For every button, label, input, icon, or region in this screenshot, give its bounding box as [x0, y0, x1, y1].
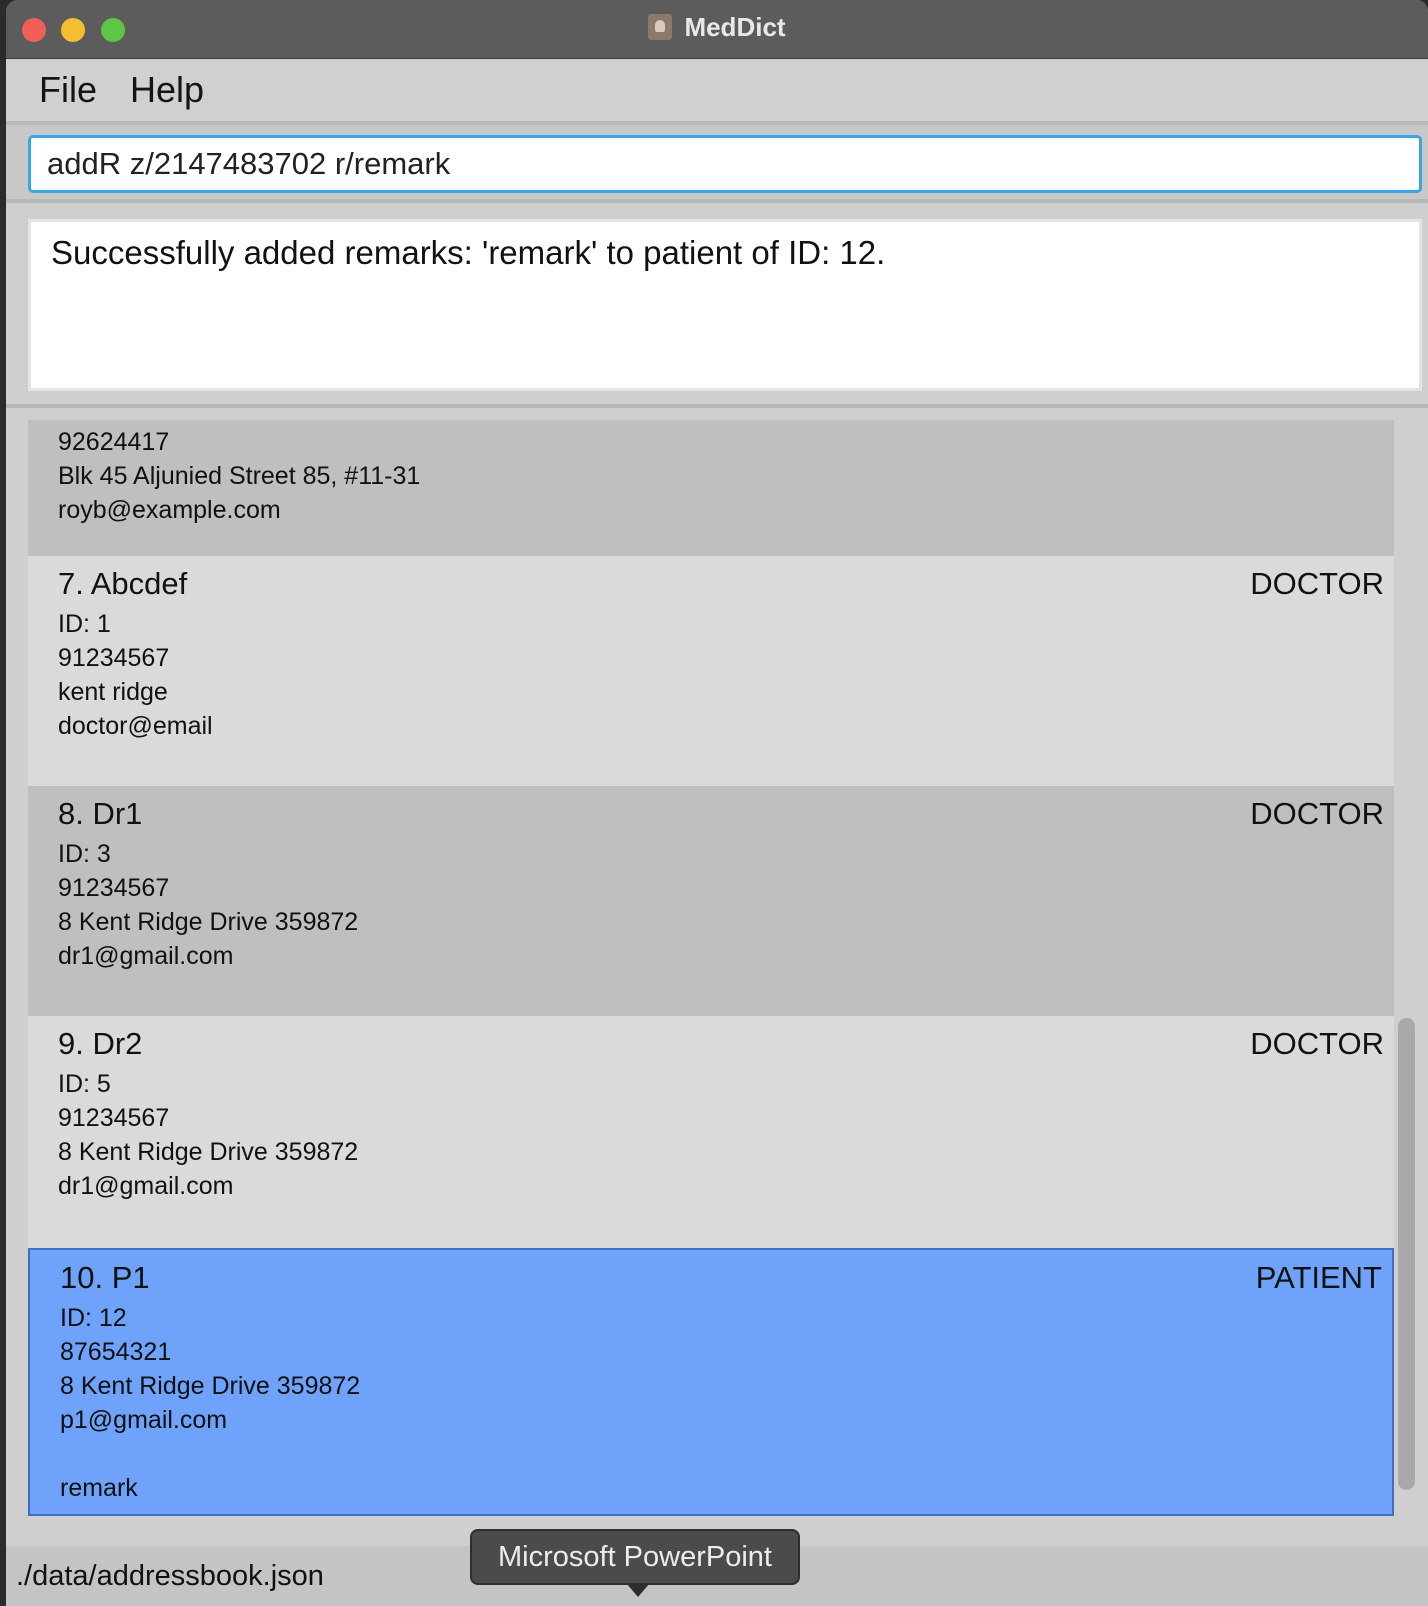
command-input[interactable] — [28, 135, 1422, 193]
person-name: 8. Dr1 — [58, 796, 143, 831]
result-display-panel: Successfully added remarks: 'remark' to … — [6, 203, 1428, 408]
person-id: ID: 5 — [58, 1070, 111, 1098]
person-id: ID: 12 — [60, 1304, 127, 1332]
dock-tooltip: Microsoft PowerPoint — [470, 1529, 800, 1585]
title-bar: MedDict — [6, 0, 1428, 59]
person-phone: 91234567 — [58, 644, 170, 672]
person-phone: 91234567 — [58, 874, 170, 902]
person-email: dr1@gmail.com — [58, 1172, 234, 1200]
person-card-selected[interactable]: 10. P1 PATIENT ID: 12 87654321 8 Kent Ri… — [28, 1248, 1394, 1516]
command-box — [6, 121, 1428, 203]
menu-file[interactable]: File — [39, 69, 97, 111]
person-address: Blk 45 Aljunied Street 85, #11-31 — [58, 462, 421, 490]
person-email: p1@gmail.com — [60, 1406, 228, 1434]
person-phone: 92624417 — [58, 428, 170, 456]
person-id: ID: 1 — [58, 610, 111, 638]
person-role: PATIENT — [1255, 1260, 1382, 1295]
menu-bar: File Help — [6, 59, 1428, 121]
window-title-text: MedDict — [684, 12, 786, 42]
person-card[interactable]: 8. Dr1 DOCTOR ID: 3 91234567 8 Kent Ridg… — [28, 786, 1394, 1016]
person-list[interactable]: 92624417 Blk 45 Aljunied Street 85, #11-… — [6, 408, 1428, 1546]
list-scrollbar[interactable] — [1398, 1018, 1415, 1490]
app-window: MedDict File Help Successfully added rem… — [6, 0, 1428, 1606]
window-title: MedDict — [6, 12, 1428, 43]
tooltip-arrow — [626, 1583, 650, 1597]
person-phone: 87654321 — [60, 1338, 172, 1366]
person-address: 8 Kent Ridge Drive 359872 — [60, 1372, 361, 1400]
person-card[interactable]: 92624417 Blk 45 Aljunied Street 85, #11-… — [28, 420, 1394, 556]
person-email: royb@example.com — [58, 496, 281, 524]
person-name: 10. P1 — [60, 1260, 150, 1295]
person-email: doctor@email — [58, 712, 213, 740]
person-address: kent ridge — [58, 678, 168, 706]
person-address: 8 Kent Ridge Drive 359872 — [58, 908, 359, 936]
person-remark: remark — [60, 1474, 138, 1502]
person-name: 9. Dr2 — [58, 1026, 143, 1061]
person-card[interactable]: 7. Abcdef DOCTOR ID: 1 91234567 kent rid… — [28, 556, 1394, 786]
person-card[interactable]: 9. Dr2 DOCTOR ID: 5 91234567 8 Kent Ridg… — [28, 1016, 1394, 1248]
person-role: DOCTOR — [1250, 796, 1384, 831]
person-role: DOCTOR — [1250, 566, 1384, 601]
person-name: 7. Abcdef — [58, 566, 188, 601]
person-phone: 91234567 — [58, 1104, 170, 1132]
person-address: 8 Kent Ridge Drive 359872 — [58, 1138, 359, 1166]
result-display: Successfully added remarks: 'remark' to … — [28, 219, 1422, 391]
app-icon — [648, 14, 673, 40]
person-role: DOCTOR — [1250, 1026, 1384, 1061]
menu-help[interactable]: Help — [130, 69, 204, 111]
save-location-path: ./data/addressbook.json — [16, 1560, 324, 1592]
person-email: dr1@gmail.com — [58, 942, 234, 970]
person-id: ID: 3 — [58, 840, 111, 868]
